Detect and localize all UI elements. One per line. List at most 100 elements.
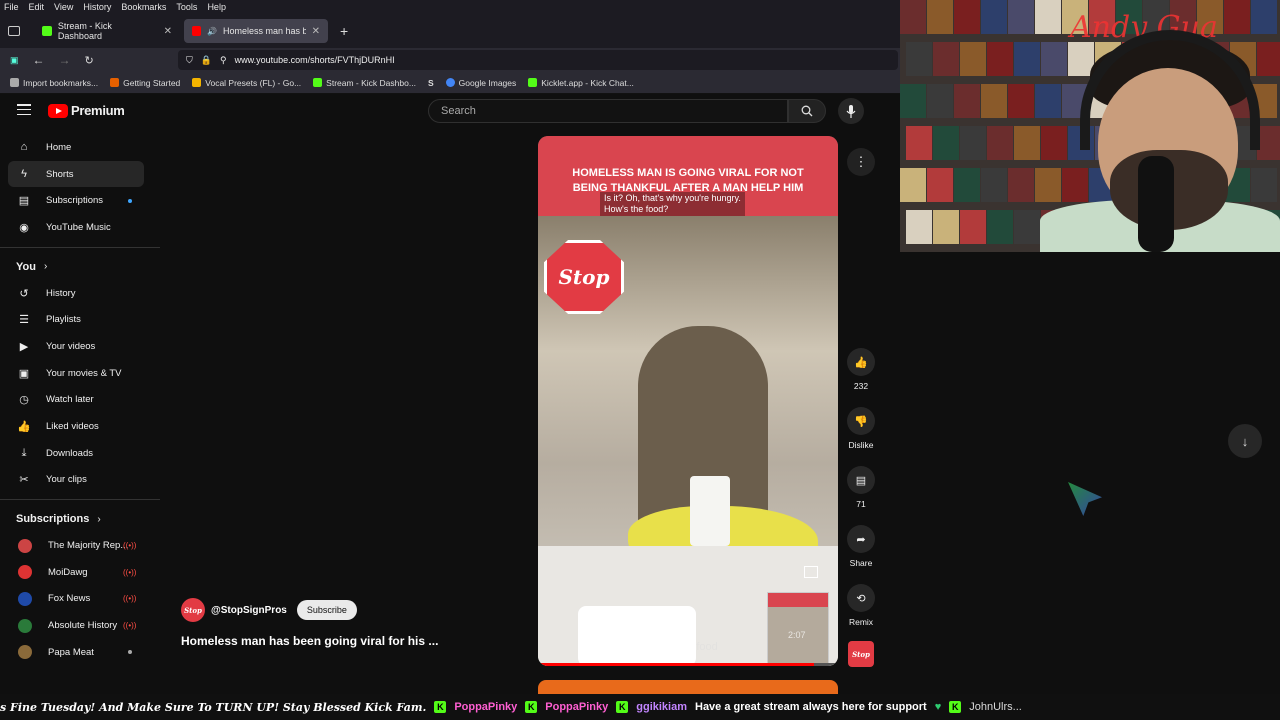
kick-favicon-icon: [42, 26, 52, 36]
sidebar-item-movies-tv[interactable]: ▣ Your movies & TV: [0, 360, 160, 387]
channel-avatar: [18, 565, 32, 580]
sidebar-toggle-icon[interactable]: ▣: [10, 55, 19, 66]
menu-history[interactable]: History: [83, 2, 111, 12]
bookmark-google-images[interactable]: Google Images: [445, 78, 516, 88]
forward-icon[interactable]: →: [59, 53, 71, 67]
chevron-right-icon: ›: [43, 261, 48, 273]
shorts-video-player[interactable]: Stop HOMELESS MAN IS GOING VIRAL FOR NOT…: [538, 136, 838, 666]
subscribe-button[interactable]: Subscribe: [296, 600, 357, 620]
tab-youtube-short[interactable]: 🔊 Homeless man has been go ✕: [184, 19, 328, 43]
expand-icon[interactable]: [804, 566, 818, 578]
thumbs-up-icon: 👍: [17, 421, 31, 434]
channel-name[interactable]: @StopSignPros: [211, 605, 287, 616]
poster: [1035, 168, 1061, 202]
picture-in-picture-preview[interactable]: [767, 592, 829, 666]
sidebar-sub-majority-report[interactable]: The Majority Rep... ((•)): [0, 532, 160, 559]
search-input[interactable]: Search: [428, 99, 788, 123]
poster: [1062, 168, 1088, 202]
movies-icon: ▣: [18, 367, 30, 380]
sidebar-item-liked-videos[interactable]: 👍 Liked videos: [0, 413, 160, 440]
ticker-message: Have a great stream always here for supp…: [695, 701, 927, 713]
sidebar-item-your-clips[interactable]: ✂ Your clips: [0, 467, 160, 494]
like-action[interactable]: 👍 232: [844, 348, 878, 391]
bookmark-s[interactable]: S: [428, 78, 434, 88]
sidebar-item-history[interactable]: ↺ History: [0, 280, 160, 307]
comment-icon[interactable]: ▤: [847, 466, 875, 494]
poster: [1035, 0, 1061, 34]
sidebar-item-your-videos[interactable]: ▶ Your videos: [0, 333, 160, 360]
shield-icon[interactable]: ⛉: [186, 55, 193, 66]
bookmark-kicklet[interactable]: Kicklet.app - Kick Chat...: [528, 78, 634, 88]
menu-bookmarks[interactable]: Bookmarks: [121, 2, 166, 12]
download-icon: ⤓: [21, 446, 27, 459]
thumbs-down-icon[interactable]: 👎: [847, 407, 875, 435]
search-button[interactable]: [788, 99, 826, 123]
right-panel: [900, 252, 1280, 692]
screen: File Edit View History Bookmarks Tools H…: [0, 0, 1280, 720]
permissions-icon[interactable]: ⚲: [220, 55, 227, 66]
short-title[interactable]: Homeless man has been going viral for hi…: [181, 634, 438, 648]
sidebar-sub-moidawg[interactable]: MoiDawg ((•)): [0, 559, 160, 586]
bookmark-getting-started[interactable]: Getting Started: [110, 78, 180, 88]
microphone-icon: [846, 104, 856, 118]
url-bar[interactable]: ⛉ 🔒 ⚲ www.youtube.com/shorts/FVThjDURnHI: [178, 50, 898, 70]
thumbs-up-icon[interactable]: 👍: [847, 348, 875, 376]
menu-edit[interactable]: Edit: [29, 2, 45, 12]
comments-action[interactable]: ▤ 71: [844, 466, 878, 509]
new-tab-icon[interactable]: +: [340, 23, 348, 39]
close-tab-icon[interactable]: ✕: [164, 26, 172, 37]
poster: [1014, 210, 1040, 244]
more-options-button[interactable]: ⋮: [847, 148, 875, 176]
reload-icon[interactable]: ↻: [85, 54, 94, 67]
share-action[interactable]: ➦ Share: [844, 525, 878, 568]
kick-icon: [313, 78, 323, 87]
subscriptions-section-title[interactable]: Subscriptions ›: [0, 506, 160, 532]
poster: [987, 210, 1013, 244]
next-short-button[interactable]: ↓: [1228, 424, 1262, 458]
menu-file[interactable]: File: [4, 2, 19, 12]
poster: [1224, 0, 1250, 34]
sidebar-item-watch-later[interactable]: ◷ Watch later: [0, 387, 160, 414]
bookmark-vocal-presets[interactable]: Vocal Presets (FL) - Go...: [192, 78, 301, 88]
channel-avatar[interactable]: Stop: [181, 598, 205, 622]
url-text[interactable]: www.youtube.com/shorts/FVThjDURnHI: [235, 55, 395, 65]
chat-ticker: s Fine Tuesday! And Make Sure To TURN UP…: [0, 694, 1280, 720]
poster: [981, 0, 1007, 34]
remix-action[interactable]: ⟲ Remix: [844, 584, 878, 627]
sidebar-item-playlists[interactable]: ☰ Playlists: [0, 306, 160, 333]
back-icon[interactable]: ←: [33, 53, 45, 67]
youtube-premium-logo[interactable]: Premium: [48, 103, 125, 118]
menu-view[interactable]: View: [54, 2, 73, 12]
sidebar-sub-papa-meat[interactable]: Papa Meat: [0, 639, 160, 666]
sidebar-sub-fox-news[interactable]: Fox News ((•)): [0, 586, 160, 613]
channel-thumbnail[interactable]: Stop: [848, 641, 874, 667]
video-progress-bar[interactable]: [538, 663, 838, 666]
bookmark-kick-dashboard[interactable]: Stream - Kick Dashbo...: [313, 78, 416, 88]
sidebar-item-shorts[interactable]: ϟ Shorts: [8, 160, 144, 188]
sidebar-item-youtube-music[interactable]: ◉ YouTube Music: [0, 214, 160, 241]
close-tab-icon[interactable]: ✕: [312, 26, 320, 37]
tab-list-icon[interactable]: [8, 26, 20, 36]
channel-avatar: [18, 618, 32, 633]
tab-kick-dashboard[interactable]: Stream - Kick Dashboard ✕: [34, 19, 180, 43]
sidebar-sub-absolute-history[interactable]: Absolute History ((•)): [0, 612, 160, 639]
dislike-action[interactable]: 👎 Dislike: [844, 407, 878, 450]
menu-tools[interactable]: Tools: [176, 2, 197, 12]
share-icon[interactable]: ➦: [847, 525, 875, 553]
search-icon: [801, 105, 813, 117]
sidebar-item-subscriptions[interactable]: ▤ Subscriptions: [0, 187, 160, 214]
poster: [960, 210, 986, 244]
bookmark-import[interactable]: Import bookmarks...: [10, 78, 98, 88]
ticker-username: JohnUlrs...: [969, 701, 1022, 713]
sidebar-item-downloads[interactable]: ⤓ Downloads: [0, 440, 160, 467]
poster: [981, 168, 1007, 202]
sidebar-item-home[interactable]: ⌂ Home: [0, 134, 160, 161]
menu-help[interactable]: Help: [207, 2, 226, 12]
you-section-title[interactable]: You ›: [0, 254, 160, 280]
hamburger-menu-icon[interactable]: [17, 104, 31, 116]
speaker-icon[interactable]: 🔊: [207, 27, 217, 36]
remix-icon[interactable]: ⟲: [847, 584, 875, 612]
voice-search-button[interactable]: [838, 98, 864, 124]
poster: [906, 126, 932, 160]
sidebar-divider: [0, 246, 160, 248]
